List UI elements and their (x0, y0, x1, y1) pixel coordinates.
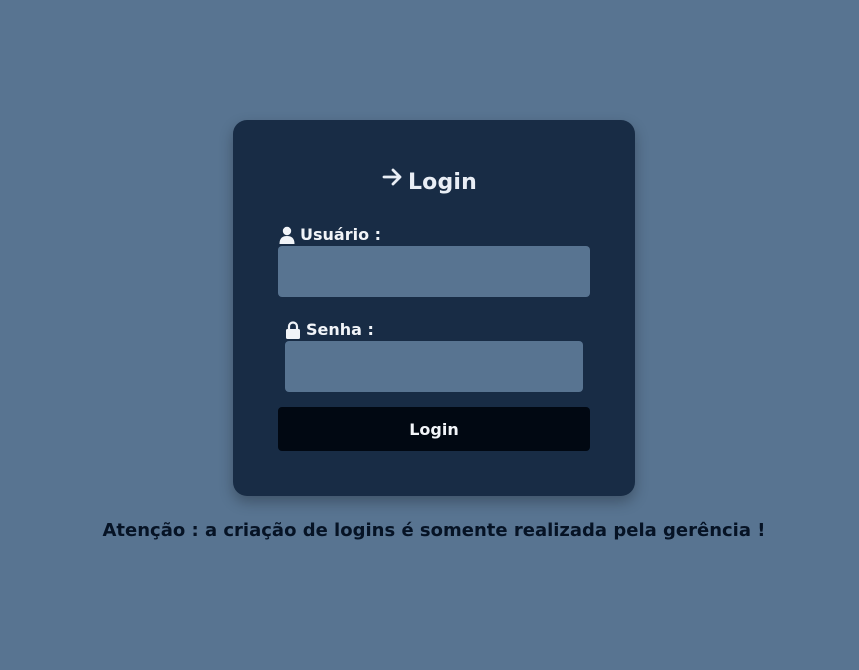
username-label-text: Usuário : (300, 225, 382, 244)
arrow-right-icon (382, 166, 404, 196)
password-input[interactable] (285, 341, 583, 392)
username-label: Usuário : (278, 225, 381, 245)
notice-text: Atenção : a criação de logins é somente … (102, 520, 766, 541)
user-icon (278, 226, 296, 244)
password-label-text: Senha : (306, 320, 374, 339)
username-input[interactable] (278, 246, 590, 297)
lock-icon (284, 321, 302, 339)
login-title-text: Login (407, 170, 478, 195)
login-button[interactable]: Login (278, 407, 590, 451)
login-page: Login Usuário : Senha : Login Atenção : … (0, 0, 859, 670)
password-label: Senha : (284, 320, 374, 340)
login-title: Login (0, 168, 859, 198)
